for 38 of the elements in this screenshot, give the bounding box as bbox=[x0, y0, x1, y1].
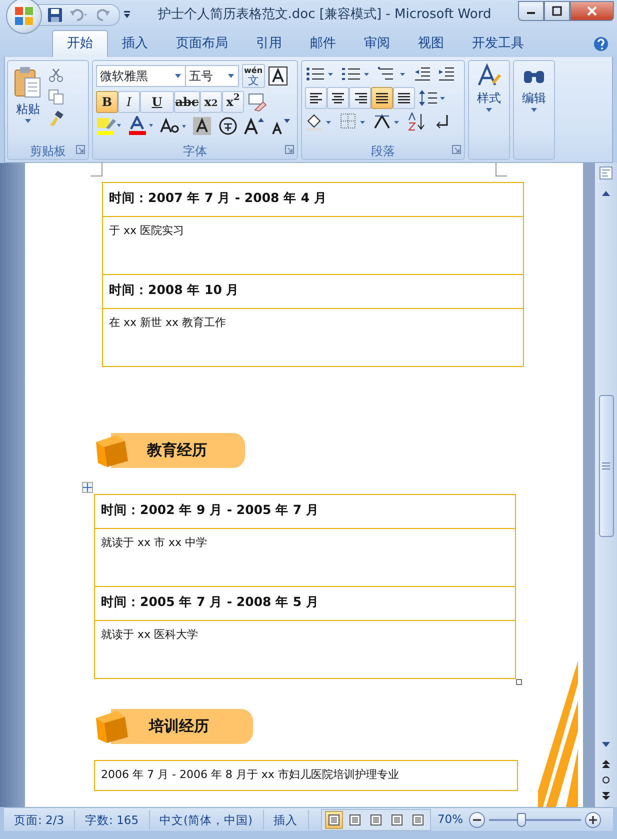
subscript-button[interactable]: x$_{2}$ bbox=[200, 91, 222, 113]
section-title: 培训经历 bbox=[149, 716, 209, 738]
phonetic-guide-button[interactable]: wén 文 bbox=[242, 64, 265, 88]
zoom-level[interactable]: 70% bbox=[431, 810, 469, 828]
entry-text: 2006 年 7 月 - 2006 年 8 月于 xx 市妇儿医院培训护理专业 bbox=[94, 760, 518, 790]
paste-button[interactable]: 粘贴 bbox=[11, 64, 45, 139]
font-size-field[interactable]: 五号 bbox=[185, 65, 239, 87]
ribbon-tab[interactable]: 审阅 bbox=[350, 30, 404, 57]
group-label: 字体 bbox=[183, 144, 207, 158]
strikethrough-button[interactable]: abc bbox=[174, 91, 200, 113]
ribbon-tab[interactable]: 页面布局 bbox=[162, 30, 242, 57]
entry-heading: 时间：2007 年 7 月 - 2008 年 4 月 bbox=[102, 182, 524, 216]
group-label: 段落 bbox=[371, 144, 395, 158]
status-item[interactable]: 中文(简体，中国) bbox=[150, 810, 264, 830]
ribbon-tab[interactable]: 开始 bbox=[52, 30, 108, 57]
entry-text: 就读于 xx 医科大学 bbox=[94, 620, 516, 678]
entry-text: 在 xx 新世 xx 教育工作 bbox=[102, 308, 524, 366]
entry-heading: 时间：2002 年 9 月 - 2005 年 7 月 bbox=[94, 494, 516, 528]
italic-button[interactable]: I bbox=[118, 91, 140, 113]
status-item[interactable]: 插入 bbox=[264, 810, 309, 830]
status-item[interactable]: 字数: 165 bbox=[75, 810, 150, 830]
ribbon-tab[interactable]: 插入 bbox=[108, 30, 162, 57]
ribbon-tab[interactable]: 引用 bbox=[242, 30, 296, 57]
section-title: 教育经历 bbox=[147, 440, 207, 462]
underline-button[interactable]: U bbox=[140, 91, 174, 113]
entry-text: 于 xx 医院实习 bbox=[102, 216, 524, 274]
ribbon-tab[interactable]: 开发工具 bbox=[458, 30, 538, 57]
status-item[interactable]: 页面: 2/3 bbox=[4, 810, 76, 830]
group-label: 剪贴板 bbox=[30, 144, 66, 158]
entry-text: 就读于 xx 市 xx 中学 bbox=[94, 528, 516, 586]
window-title: 护士个人简历表格范文.doc [兼容模式] - Microsoft Word bbox=[156, 6, 492, 24]
entry-heading: 时间：2005 年 7 月 - 2008 年 5 月 bbox=[94, 586, 516, 620]
ribbon-tab[interactable]: 视图 bbox=[404, 30, 458, 57]
entry-heading: 时间：2008 年 10 月 bbox=[102, 274, 524, 308]
bold-button[interactable]: B bbox=[96, 91, 118, 113]
superscript-button[interactable]: x$^{2}$ bbox=[222, 91, 244, 113]
font-name-field[interactable]: 微软雅黑 bbox=[96, 65, 186, 87]
ribbon-tab[interactable]: 邮件 bbox=[296, 30, 350, 57]
